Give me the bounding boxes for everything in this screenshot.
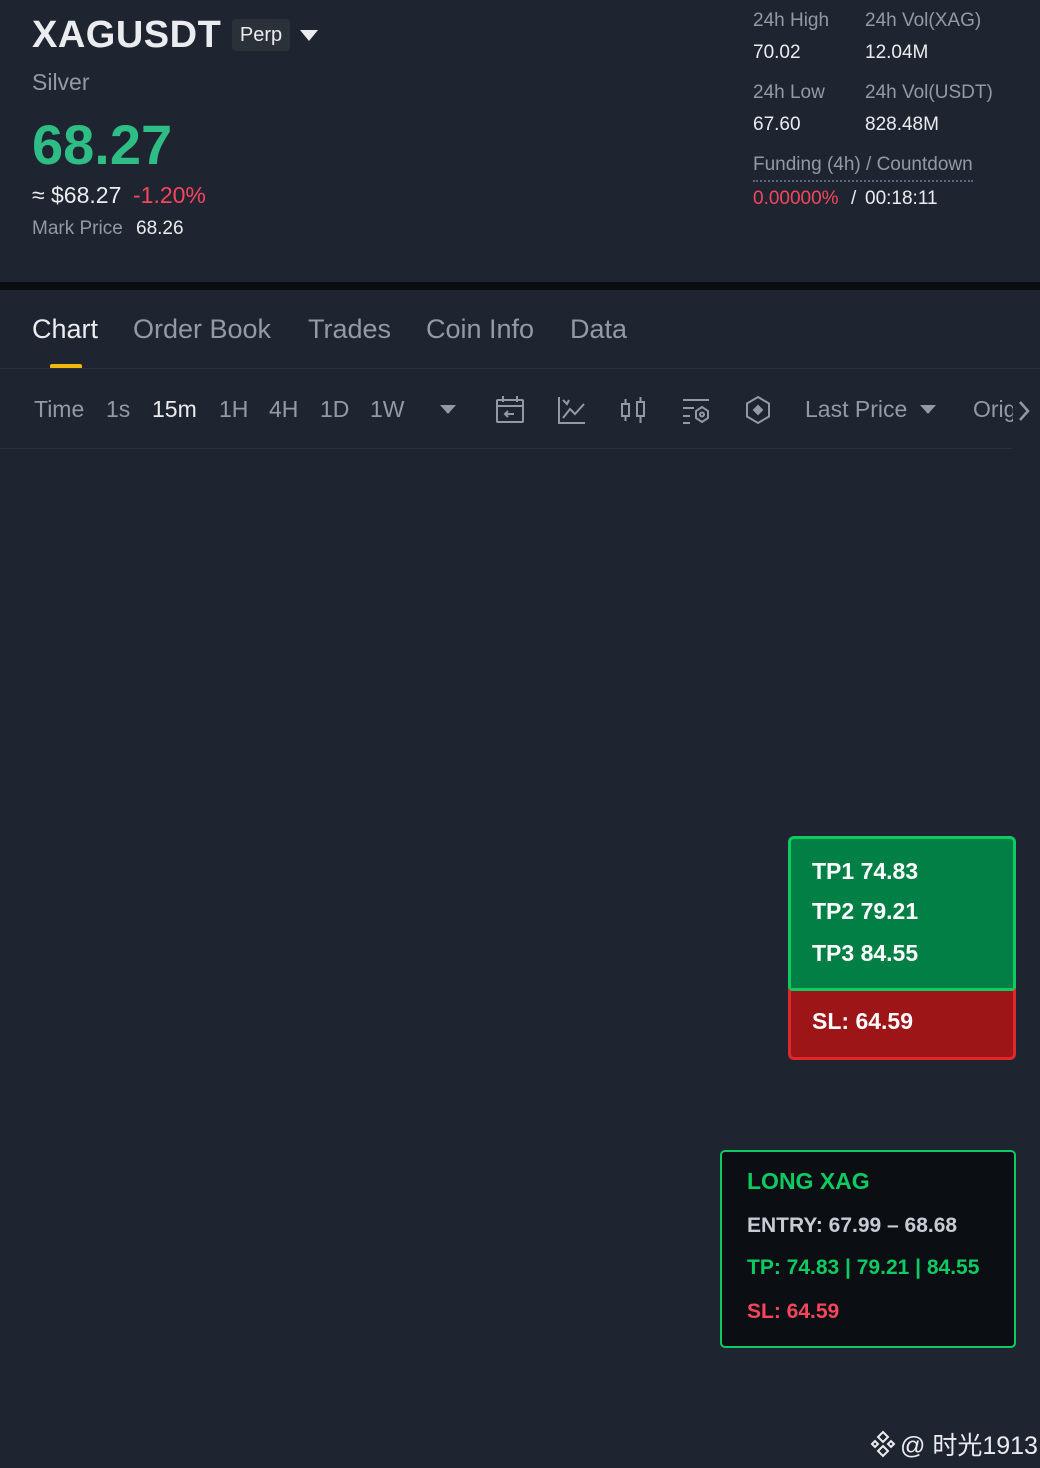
indicators-icon[interactable]: [556, 394, 588, 426]
tp3-label: TP3 84.55: [812, 940, 919, 966]
sl-label: SL: 64.59: [812, 1008, 913, 1034]
mark-price-label: Mark Price: [32, 218, 123, 239]
watermark: @ 时光1913: [868, 1426, 1038, 1462]
binance-logo-icon: [870, 1430, 896, 1458]
vol-quote-label: 24h Vol(USDT): [865, 82, 993, 103]
low-24h-value: 67.60: [753, 114, 801, 135]
toolbar-divider: [0, 448, 1012, 449]
high-24h-label: 24h High: [753, 10, 830, 31]
tab-chart[interactable]: Chart: [32, 314, 98, 345]
price-type-select[interactable]: Last Price: [805, 396, 907, 423]
symbol-title[interactable]: XAGUSDT: [32, 14, 221, 57]
calendar-icon[interactable]: [494, 394, 526, 426]
interval-1d[interactable]: 1D: [320, 396, 349, 423]
chevron-right-icon[interactable]: [1013, 398, 1035, 424]
price-type-dropdown-icon[interactable]: [920, 405, 936, 414]
funding-separator: /: [851, 188, 857, 209]
vol-base-value: 12.04M: [865, 42, 929, 63]
tp2-label: TP2 79.21: [812, 898, 919, 924]
tabs-divider: [0, 368, 1040, 369]
contract-type-badge: Perp: [232, 19, 290, 51]
funding-countdown-label[interactable]: Funding (4h) / Countdown: [753, 154, 973, 182]
tp1-label: TP1 74.83: [812, 858, 919, 884]
tab-trades[interactable]: Trades: [308, 314, 391, 345]
interval-dropdown-icon[interactable]: [440, 405, 456, 414]
tab-order-book[interactable]: Order Book: [133, 314, 271, 345]
vol-base-label: 24h Vol(XAG): [865, 10, 982, 31]
price-change-percent: -1.20%: [133, 182, 206, 208]
chart-settings-icon[interactable]: [680, 394, 712, 426]
hexagon-icon[interactable]: [742, 394, 774, 426]
tab-coin-info[interactable]: Coin Info: [426, 314, 534, 345]
mark-price-value: 68.26: [136, 218, 184, 239]
signal-entry: ENTRY: 67.99 – 68.68: [747, 1214, 958, 1237]
interval-15m[interactable]: 15m: [152, 396, 197, 423]
interval-1s[interactable]: 1s: [106, 396, 130, 423]
signal-stop-loss: SL: 64.59: [747, 1300, 840, 1323]
view-mode-original[interactable]: Orig: [973, 396, 1013, 423]
funding-rate: 0.00000%: [753, 188, 839, 209]
watermark-text: @ 时光1913: [900, 1432, 1038, 1460]
asset-name: Silver: [32, 69, 90, 95]
tab-data[interactable]: Data: [570, 314, 627, 345]
signal-title: LONG XAG: [747, 1168, 870, 1194]
vol-quote-value: 828.48M: [865, 114, 939, 135]
section-divider: [0, 282, 1040, 290]
caret-down-icon[interactable]: [300, 30, 318, 41]
interval-4h[interactable]: 4H: [269, 396, 298, 423]
signal-take-profit: TP: 74.83 | 79.21 | 84.55: [747, 1256, 980, 1279]
interval-time[interactable]: Time: [34, 396, 84, 423]
candlestick-icon[interactable]: [618, 394, 650, 426]
approx-price: ≈ $68.27: [32, 182, 122, 208]
funding-countdown: 00:18:11: [865, 188, 938, 209]
interval-1h[interactable]: 1H: [219, 396, 248, 423]
high-24h-value: 70.02: [753, 42, 801, 63]
interval-1w[interactable]: 1W: [370, 396, 405, 423]
last-price: 68.27: [32, 113, 173, 176]
low-24h-label: 24h Low: [753, 82, 825, 103]
